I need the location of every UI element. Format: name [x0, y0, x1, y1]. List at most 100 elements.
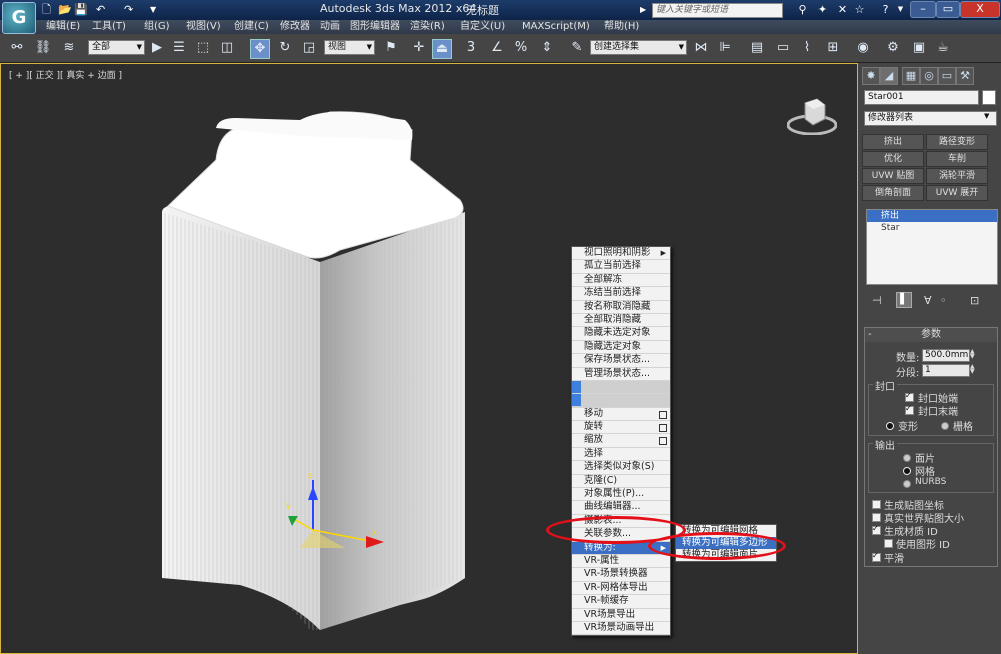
hierarchy-tab-icon[interactable]: ▦: [902, 67, 920, 85]
quad-menu-separator: [572, 380, 670, 395]
modifier-turbosmooth-button[interactable]: 涡轮平滑: [926, 168, 988, 184]
modifier-stack[interactable]: 挤出 Star: [866, 209, 998, 285]
maximize-button[interactable]: ▭: [936, 1, 960, 18]
quad-menu-item-label: 移动: [584, 407, 604, 419]
show-end-result-icon[interactable]: ▌: [896, 292, 912, 308]
quad-menu-item[interactable]: VR-网格体导出: [572, 582, 670, 596]
display-tab-icon[interactable]: ▭: [938, 67, 956, 85]
pin-stack-icon[interactable]: ⊣: [872, 294, 882, 307]
quad-context-menu: 视口照明和阴影 ▶ 孤立当前选择全部解冻 冻结当前选择 按名称取消隐藏全部取消隐藏 隐藏未…: [571, 246, 671, 637]
motion-tab-icon[interactable]: ◎: [920, 67, 938, 85]
quad-menu-item[interactable]: 对象属性(P)...: [572, 488, 670, 502]
quad-menu-item[interactable]: 全部解冻: [572, 274, 670, 288]
minimize-button[interactable]: –: [910, 1, 936, 18]
svg-text:x: x: [372, 528, 377, 537]
quad-menu-item-label: 选择: [584, 447, 604, 459]
close-button[interactable]: X: [960, 1, 1000, 18]
stack-item-star[interactable]: Star: [867, 222, 997, 234]
quad-menu-item-label: VR-帧缓存: [584, 595, 629, 607]
morph-radio[interactable]: [886, 422, 894, 430]
configure-modifier-sets-icon[interactable]: ⊡: [970, 294, 979, 307]
quad-menu-item[interactable]: 隐藏选定对象: [572, 340, 670, 355]
help-icon[interactable]: ?: [878, 2, 893, 17]
output-patch-radio[interactable]: [903, 454, 911, 462]
modifier-bevel-profile-button[interactable]: 倒角剖面: [862, 185, 924, 201]
quad-menu-item[interactable]: 旋转: [572, 421, 670, 435]
quad-menu-item[interactable]: 克隆(C): [572, 475, 670, 489]
quad-menu-item[interactable]: VR-帧缓存: [572, 595, 670, 609]
quad-menu-item-label: 按名称取消隐藏: [584, 300, 651, 312]
help-dropdown-icon[interactable]: ▼: [893, 2, 908, 17]
cap-start-checkbox[interactable]: [905, 391, 914, 402]
modifier-list-arrow-icon[interactable]: ▼: [984, 112, 989, 120]
gen-map-coords-checkbox[interactable]: [872, 500, 881, 509]
collapse-icon[interactable]: -: [868, 328, 872, 342]
settings-box-icon[interactable]: [659, 424, 667, 433]
use-shape-ids-label: 使用图形 ID: [896, 540, 950, 551]
create-tab-icon[interactable]: ✸: [862, 67, 880, 85]
quad-menu-item[interactable]: 按名称取消隐藏: [572, 301, 670, 314]
modifier-lathe-button[interactable]: 车削: [926, 151, 988, 167]
amount-spinner-input[interactable]: 500.0mm: [922, 349, 970, 362]
smooth-checkbox[interactable]: [872, 551, 881, 562]
render-setup-icon[interactable]: ⚙: [884, 39, 902, 57]
remove-modifier-icon[interactable]: ◦: [940, 294, 947, 307]
modifier-list-dropdown[interactable]: 修改器列表: [864, 111, 997, 126]
quad-menu-item[interactable]: 选择: [572, 447, 670, 462]
quad-menu-item[interactable]: 孤立当前选择: [572, 260, 670, 274]
segments-spinner-input[interactable]: 1: [922, 364, 970, 377]
parameters-rollout-header[interactable]: - 参数: [865, 328, 997, 342]
make-unique-icon[interactable]: ∀: [924, 294, 932, 307]
quad-menu-item-label: 孤立当前选择: [584, 260, 642, 272]
modify-tab-icon[interactable]: ◢: [880, 67, 898, 85]
rendered-frame-window-icon[interactable]: ▣: [910, 39, 928, 57]
use-shape-ids-checkbox[interactable]: [884, 539, 893, 548]
quad-menu-item[interactable]: VR-属性: [572, 555, 670, 569]
real-world-map-checkbox[interactable]: [872, 513, 881, 522]
quad-menu-item-label: 对象属性(P)...: [584, 488, 645, 500]
modifier-uvw-map-button[interactable]: UVW 贴图: [862, 168, 924, 184]
quad-menu-item[interactable]: 管理场景状态...: [572, 368, 670, 381]
gen-mat-ids-checkbox[interactable]: [872, 524, 881, 535]
utilities-tab-icon[interactable]: ⚒: [956, 67, 974, 85]
settings-box-icon[interactable]: [659, 437, 667, 446]
quad-menu-item[interactable]: 视口照明和阴影 ▶: [572, 247, 670, 261]
quad-menu-item[interactable]: 隐藏未选定对象: [572, 327, 670, 341]
grid-label: 栅格: [953, 422, 973, 433]
quad-menu-item-label: VR-场景转换器: [584, 568, 648, 580]
quad-menu-item[interactable]: VR-场景转换器: [572, 568, 670, 582]
submenu-arrow-icon: ▶: [660, 249, 666, 257]
quad-menu-item-label: 旋转: [584, 421, 604, 433]
quad-menu-item[interactable]: VR场景导出: [572, 609, 670, 622]
rollout-title: 参数: [921, 329, 941, 340]
segments-spinner-arrows[interactable]: ▲ ▼: [970, 364, 976, 375]
render-production-icon[interactable]: ☕: [934, 39, 952, 57]
modifier-extrude-button[interactable]: 挤出: [862, 134, 924, 150]
quad-menu-item[interactable]: 全部取消隐藏: [572, 314, 670, 328]
amount-spinner-arrows[interactable]: ▲ ▼: [970, 349, 976, 360]
app-logo-button[interactable]: G: [2, 2, 36, 34]
grid-radio[interactable]: [941, 422, 949, 430]
quad-menu-item[interactable]: 缩放: [572, 434, 670, 448]
stack-item-extrude[interactable]: 挤出: [867, 210, 997, 222]
modifier-optimize-button[interactable]: 优化: [862, 151, 924, 167]
quad-menu-item[interactable]: 保存场景状态...: [572, 354, 670, 368]
modifier-path-deform-button[interactable]: 路径变形: [926, 134, 988, 150]
object-color-swatch[interactable]: [982, 90, 996, 105]
quad-menu-item[interactable]: 曲线编辑器...: [572, 501, 670, 515]
quad-menu-item-label: 缩放: [584, 434, 604, 446]
viewcube-icon[interactable]: [787, 95, 837, 135]
quad-menu-item-label: 隐藏选定对象: [584, 340, 642, 352]
output-mesh-radio[interactable]: [903, 467, 911, 475]
quad-menu-item[interactable]: VR场景动画导出: [572, 622, 670, 636]
cap-end-checkbox[interactable]: [905, 404, 914, 415]
modifier-unwrap-uvw-button[interactable]: UVW 展开: [926, 185, 988, 201]
smooth-label: 平滑: [884, 554, 904, 565]
settings-box-icon[interactable]: [659, 410, 667, 419]
svg-text:y: y: [286, 501, 291, 510]
quad-menu-item[interactable]: 冻结当前选择: [572, 287, 670, 301]
output-nurbs-radio[interactable]: [903, 480, 911, 488]
quad-menu-item[interactable]: 选择类似对象(S): [572, 461, 670, 475]
quad-menu-item[interactable]: 移动: [572, 407, 670, 422]
object-name-input[interactable]: Star001: [864, 90, 979, 105]
